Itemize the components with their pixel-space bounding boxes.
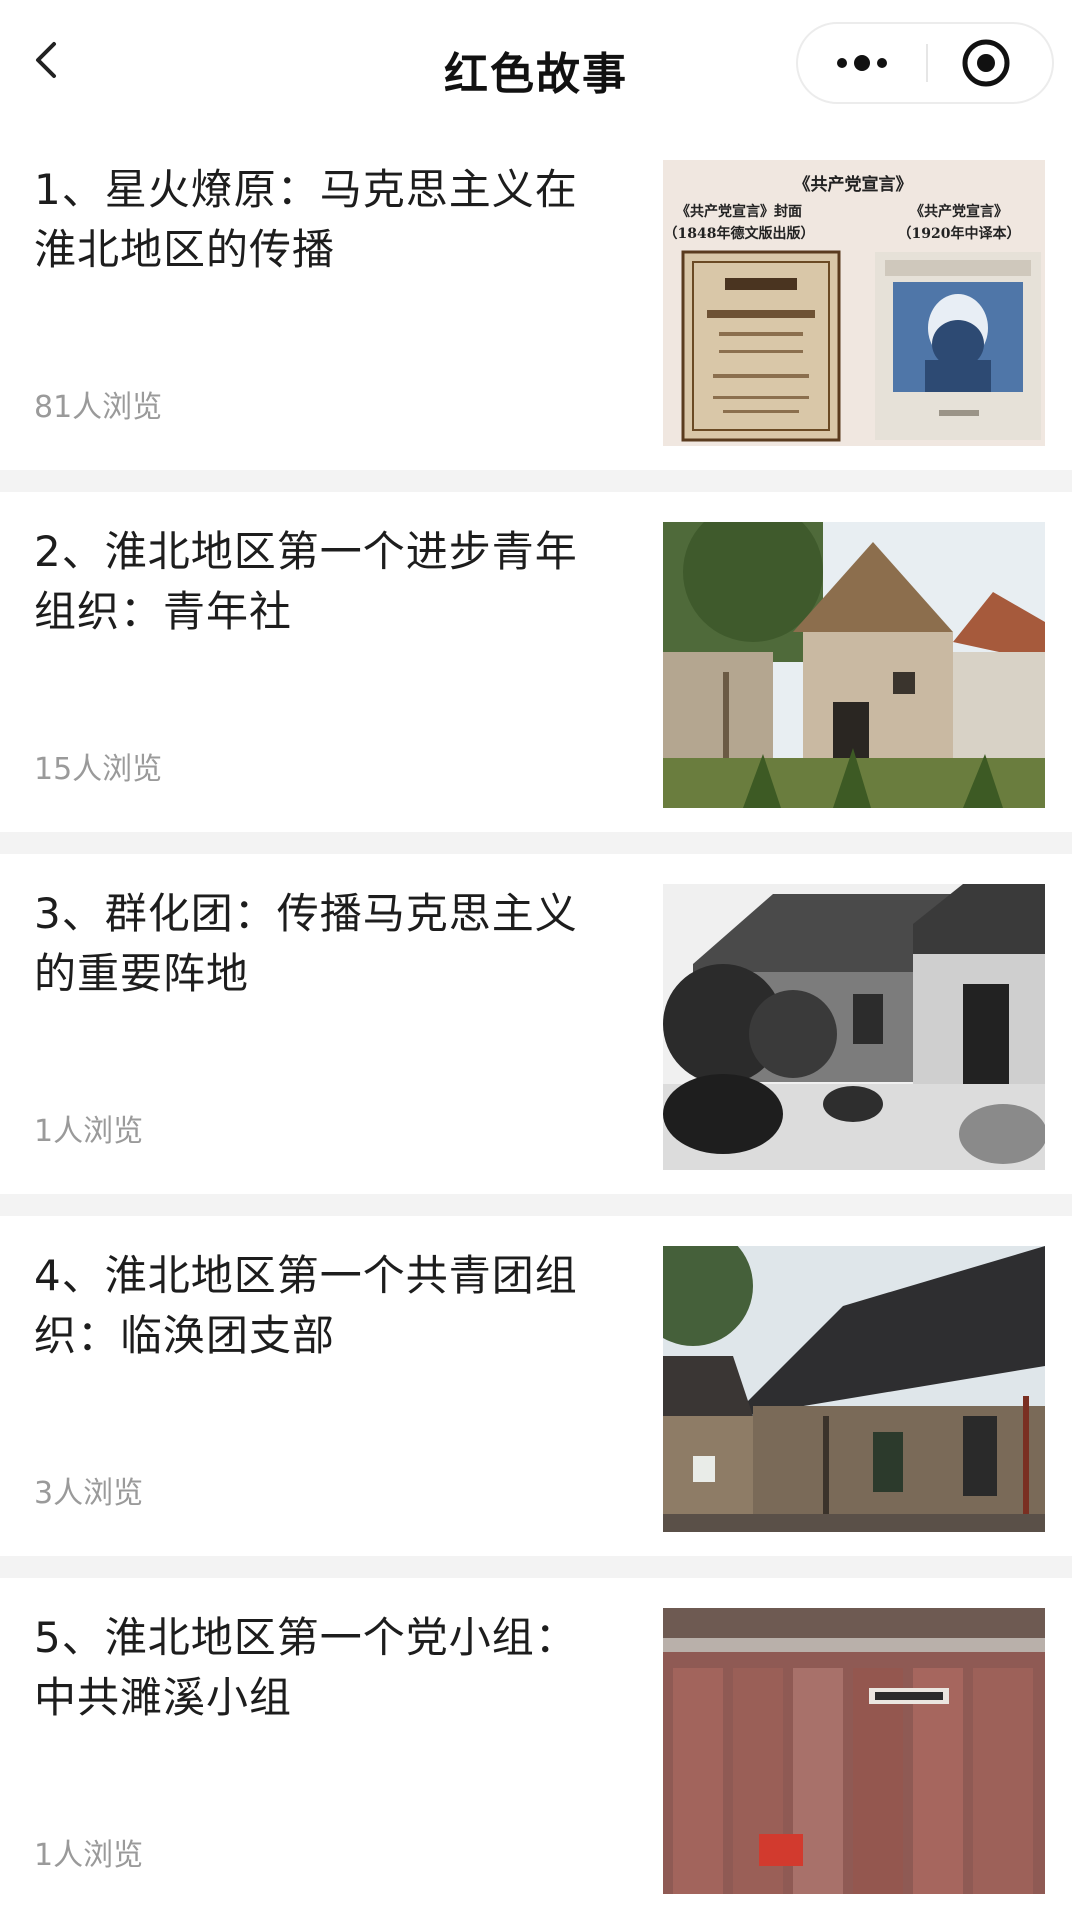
thumb-caption-right-1: 《共产党宣言》	[910, 203, 1008, 220]
story-title: 4、淮北地区第一个共青团组织：临涣团支部	[34, 1251, 578, 1360]
more-button[interactable]	[798, 24, 926, 102]
story-list: 1、星火燎原：马克思主义在淮北地区的传播 81人浏览 《共产党宣言》 《共产党宣…	[0, 130, 1072, 1918]
thumb-caption-left-2: （1848年德文版出版）	[664, 225, 815, 242]
view-count: 81人浏览	[34, 390, 163, 425]
ellipsis-icon	[837, 55, 887, 71]
view-count: 15人浏览	[34, 752, 163, 787]
story-title: 1、星火燎原：马克思主义在淮北地区的传播	[34, 165, 578, 274]
view-count: 1人浏览	[34, 1838, 144, 1873]
thumb-caption-top: 《共产党宣言》	[794, 174, 913, 195]
thumb-caption-right-2: （1920年中译本）	[898, 225, 1021, 242]
story-thumbnail	[663, 1608, 1045, 1894]
story-item[interactable]: 2、淮北地区第一个进步青年组织：青年社 15人浏览	[0, 492, 1072, 832]
story-thumbnail	[663, 522, 1045, 808]
story-title: 2、淮北地区第一个进步青年组织：青年社	[34, 527, 578, 636]
thumb-caption-left-1: 《共产党宣言》封面	[676, 203, 802, 220]
close-button[interactable]	[928, 24, 1052, 102]
story-thumbnail: 《共产党宣言》 《共产党宣言》封面 （1848年德文版出版） 《共产党宣言》 （…	[663, 160, 1045, 446]
story-title: 5、淮北地区第一个党小组：中共濉溪小组	[34, 1613, 578, 1722]
mini-program-capsule	[796, 22, 1054, 104]
list-separator	[0, 1556, 1072, 1578]
story-item[interactable]: 3、群化团：传播马克思主义的重要阵地 1人浏览	[0, 854, 1072, 1194]
story-thumbnail	[663, 1246, 1045, 1532]
view-count: 1人浏览	[34, 1114, 144, 1149]
story-thumbnail	[663, 884, 1045, 1170]
list-separator	[0, 470, 1072, 492]
story-item[interactable]: 4、淮北地区第一个共青团组织：临涣团支部 3人浏览	[0, 1216, 1072, 1556]
list-separator	[0, 1194, 1072, 1216]
story-item[interactable]: 1、星火燎原：马克思主义在淮北地区的传播 81人浏览 《共产党宣言》 《共产党宣…	[0, 130, 1072, 470]
view-count: 3人浏览	[34, 1476, 144, 1511]
target-circle-icon	[962, 39, 1010, 87]
story-item[interactable]: 5、淮北地区第一个党小组：中共濉溪小组 1人浏览	[0, 1578, 1072, 1918]
navigation-bar: 红色故事	[0, 0, 1072, 130]
list-separator	[0, 832, 1072, 854]
story-title: 3、群化团：传播马克思主义的重要阵地	[34, 889, 578, 998]
